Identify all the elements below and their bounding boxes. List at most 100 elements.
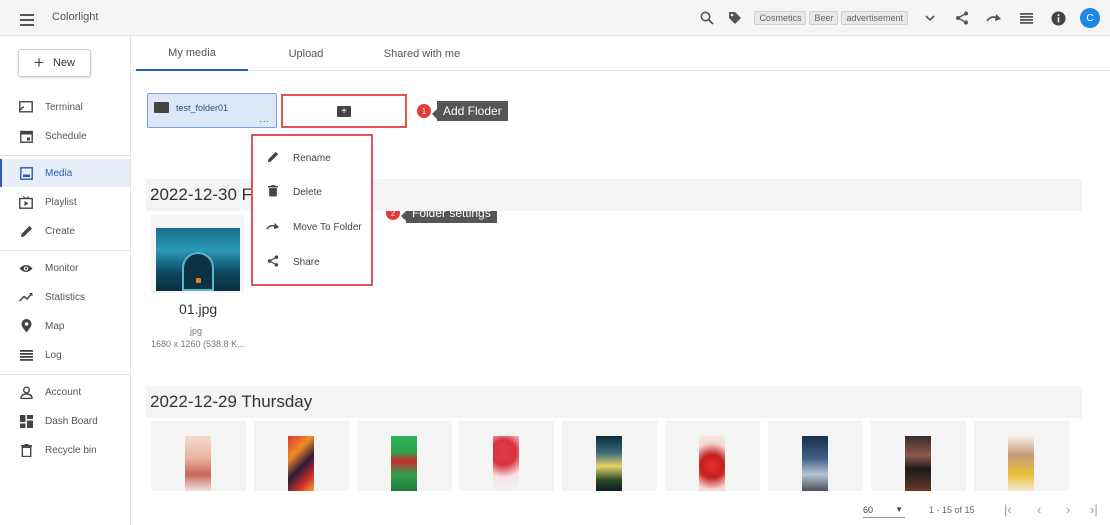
sidebar-item-label: Playlist: [45, 196, 77, 208]
more-options-icon[interactable]: ...: [259, 114, 270, 124]
sidebar-item-recycle-bin[interactable]: Recycle bin: [0, 436, 130, 464]
sidebar-item-label: Statistics: [45, 291, 86, 303]
folder-card[interactable]: test_folder01 ...: [147, 93, 277, 128]
trend-icon: [19, 290, 33, 304]
tag-chip[interactable]: Cosmetics: [754, 11, 807, 25]
terminal-icon: [19, 100, 33, 114]
previous-page-icon[interactable]: ‹: [1037, 502, 1041, 517]
menu-item-label: Move To Folder: [293, 221, 362, 233]
media-card[interactable]: [562, 421, 657, 491]
media-card[interactable]: [768, 421, 863, 491]
last-page-icon[interactable]: ›|: [1090, 502, 1098, 517]
page-size-value: 60: [863, 505, 874, 515]
trash-icon: [265, 184, 281, 200]
schedule-icon: [19, 129, 33, 143]
sidebar-item-playlist[interactable]: Playlist: [0, 188, 130, 216]
sidebar-item-schedule[interactable]: Schedule: [0, 122, 130, 150]
sidebar-item-log[interactable]: Log: [0, 341, 130, 369]
sidebar-item-map[interactable]: Map: [0, 312, 130, 340]
callout-number: 1: [417, 104, 431, 118]
media-tabs: My media Upload Shared with me: [131, 36, 1110, 71]
sidebar-item-label: Log: [45, 349, 62, 361]
page-size-select[interactable]: 60 ▼: [863, 505, 905, 518]
menu-item-rename[interactable]: Rename: [253, 146, 371, 170]
sidebar-item-label: Map: [45, 320, 65, 332]
share-icon[interactable]: [952, 8, 972, 28]
folder-plus-icon: +: [337, 105, 351, 117]
tag-chip[interactable]: advertisement: [841, 11, 908, 25]
file-size: 1680 x 1260 (538.8 K...: [151, 339, 245, 349]
media-card[interactable]: [254, 421, 349, 491]
folder-context-menu: Rename Delete Move To Folder Share: [251, 134, 373, 286]
menu-item-move-to-folder[interactable]: Move To Folder: [253, 215, 371, 239]
sidebar-item-terminal[interactable]: Terminal: [0, 93, 130, 121]
date-group-header: 2022-12-29 Thursday: [146, 386, 1082, 418]
menu-item-delete[interactable]: Delete: [253, 180, 371, 204]
menu-item-share[interactable]: Share: [253, 250, 371, 274]
sidebar-item-label: Monitor: [45, 262, 79, 274]
avatar[interactable]: C: [1080, 8, 1100, 28]
info-icon[interactable]: [1048, 8, 1068, 28]
menu-icon[interactable]: [20, 14, 34, 29]
sidebar-item-statistics[interactable]: Statistics: [0, 283, 130, 311]
nav-divider: [0, 155, 130, 156]
date-group-title: 2022-12-30 F: [150, 185, 253, 204]
media-icon: [19, 166, 33, 180]
sidebar-item-label: Media: [45, 167, 73, 179]
media-thumbnail: [391, 436, 417, 491]
media-card[interactable]: [151, 421, 246, 491]
media-card[interactable]: [665, 421, 760, 491]
media-card[interactable]: [357, 421, 452, 491]
move-icon: [265, 220, 281, 234]
file-name: 01.jpg: [179, 301, 218, 317]
media-thumbnail: [156, 228, 240, 291]
playlist-icon: [19, 195, 33, 209]
folder-icon: [154, 102, 169, 113]
file-type: jpg: [190, 326, 203, 336]
date-group-title: 2022-12-29 Thursday: [150, 392, 313, 411]
tab-shared-with-me[interactable]: Shared with me: [369, 36, 475, 71]
tab-upload[interactable]: Upload: [259, 36, 353, 71]
page-range: 1 - 15 of 15: [929, 505, 975, 515]
map-pin-icon: [19, 319, 33, 333]
sidebar-item-label: Recycle bin: [45, 444, 97, 456]
sidebar-item-account[interactable]: Account: [0, 378, 130, 406]
sidebar-item-create[interactable]: Create: [0, 217, 130, 245]
sidebar-item-monitor[interactable]: Monitor: [0, 254, 130, 282]
pencil-icon: [265, 151, 281, 166]
pencil-icon: [19, 224, 33, 238]
first-page-icon[interactable]: |‹: [1004, 502, 1012, 517]
chevron-down-icon[interactable]: [920, 8, 940, 28]
tag-chip[interactable]: Beer: [809, 11, 839, 25]
media-card[interactable]: [459, 421, 554, 491]
top-bar: Colorlight Cosmetics Beer advertisement …: [0, 0, 1110, 36]
tab-my-media[interactable]: My media: [136, 36, 248, 71]
media-thumbnail: [185, 436, 211, 491]
nav-divider: [0, 374, 130, 375]
move-icon[interactable]: [984, 8, 1004, 28]
search-icon[interactable]: [697, 8, 717, 28]
nav-divider: [0, 250, 130, 251]
tag-icon[interactable]: [725, 8, 745, 28]
new-button[interactable]: + New: [18, 49, 91, 77]
callout-text: Add Floder: [432, 101, 508, 121]
dropdown-arrow-icon: ▼: [895, 505, 903, 514]
media-card[interactable]: [871, 421, 966, 491]
list-icon[interactable]: [1016, 8, 1036, 28]
dashboard-icon: [19, 414, 33, 428]
sidebar-item-media[interactable]: Media: [0, 159, 130, 187]
new-button-label: New: [52, 57, 75, 69]
eye-icon: [19, 261, 33, 275]
media-thumbnail: [699, 436, 725, 491]
sidebar-item-dashboard[interactable]: Dash Board: [0, 407, 130, 435]
top-actions: Cosmetics Beer advertisement C: [685, 8, 1100, 28]
folder-name: test_folder01: [176, 103, 229, 113]
log-icon: [19, 348, 33, 362]
media-thumbnail: [493, 436, 519, 491]
media-card[interactable]: [974, 421, 1069, 491]
menu-item-label: Delete: [293, 186, 322, 198]
trash-icon: [19, 443, 33, 457]
media-card[interactable]: [151, 215, 244, 293]
add-folder-button[interactable]: +: [281, 94, 407, 128]
next-page-icon[interactable]: ›: [1066, 502, 1070, 517]
